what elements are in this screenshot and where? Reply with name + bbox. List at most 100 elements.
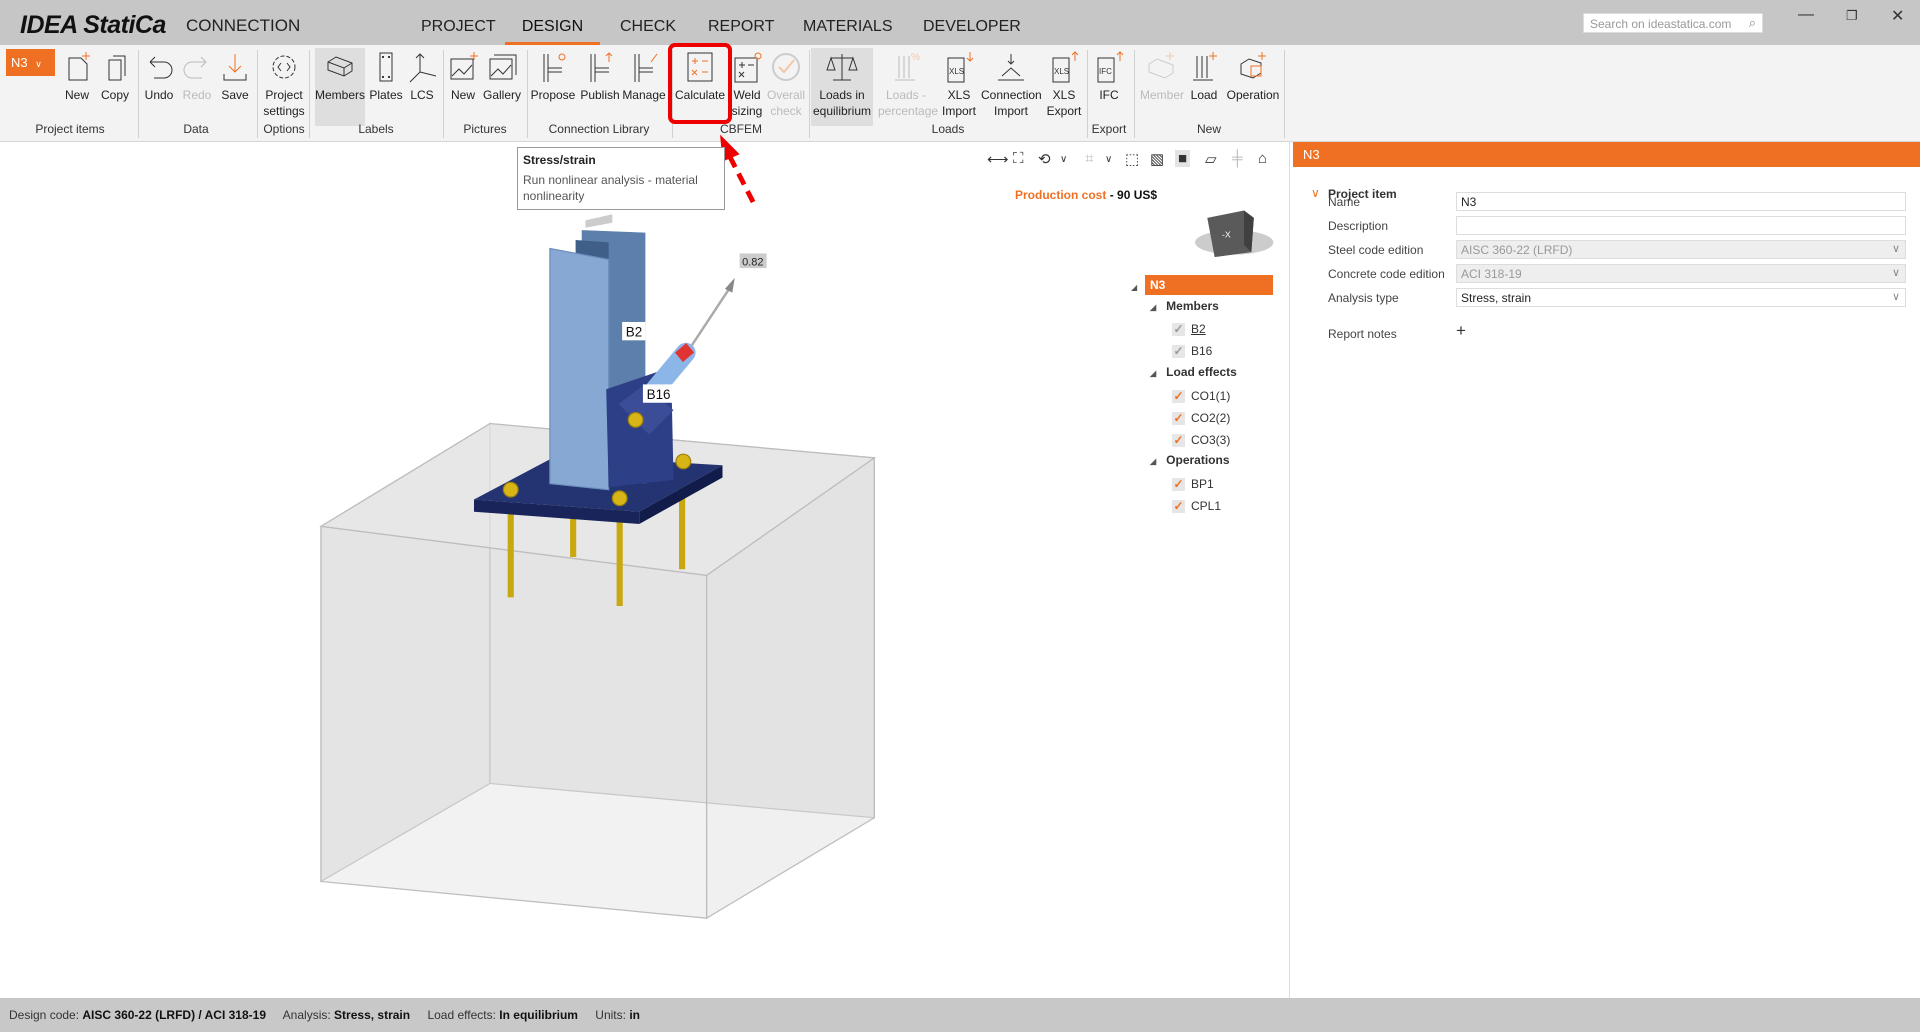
3d-viewport[interactable]: [0, 142, 1290, 998]
ribbon-separator: [1087, 50, 1088, 138]
transparent-view-icon[interactable]: ▧: [1150, 150, 1164, 168]
new-member-icon: [1148, 52, 1174, 79]
members-button[interactable]: Members: [315, 48, 365, 126]
wireframe-view-icon[interactable]: ⬚: [1125, 150, 1139, 168]
restore-button[interactable]: ❐: [1846, 8, 1858, 24]
copy-button[interactable]: Copy: [95, 48, 135, 126]
checkbox-checked-icon[interactable]: ✓: [1172, 478, 1185, 491]
project-settings-button[interactable]: Project settings: [258, 48, 310, 126]
operation-button[interactable]: Operation: [1224, 48, 1282, 126]
weld-sizing-button[interactable]: Weld sizing: [728, 48, 766, 126]
zoom-extents-icon[interactable]: ⛶: [1013, 150, 1024, 167]
ribbon-separator: [309, 50, 310, 138]
tree-item[interactable]: ✓ B16: [1172, 344, 1212, 358]
ifc-button[interactable]: IFC IFC: [1092, 48, 1126, 126]
chevron-down-icon: ∨: [1891, 243, 1900, 255]
member-button[interactable]: Member: [1140, 48, 1184, 126]
new-button[interactable]: New: [60, 48, 94, 126]
ribbon-group-label: Project items: [35, 122, 105, 136]
name-field[interactable]: N3: [1456, 192, 1906, 211]
project-item-dropdown[interactable]: N3 ∨: [6, 49, 55, 76]
lcs-button[interactable]: LCS: [406, 48, 438, 126]
tab-report[interactable]: REPORT: [708, 18, 774, 45]
tree-item[interactable]: ✓ BP1: [1172, 477, 1214, 491]
checkbox-checked-icon[interactable]: ✓: [1172, 434, 1185, 447]
button-label: Propose: [530, 88, 576, 102]
tree-item[interactable]: ✓ CO3(3): [1172, 433, 1230, 447]
add-report-note-button[interactable]: +: [1456, 321, 1466, 341]
ribbon-separator: [809, 50, 810, 138]
gallery-button[interactable]: Gallery: [480, 48, 524, 126]
settings-gear-icon: [272, 55, 296, 79]
section-icon[interactable]: ╪: [1232, 150, 1243, 167]
tooltip-description: Run nonlinear analysis - material nonlin…: [523, 173, 698, 203]
checkbox-checked-icon[interactable]: ✓: [1172, 390, 1185, 403]
save-button[interactable]: Save: [216, 48, 254, 126]
button-label: New: [450, 88, 475, 102]
manage-button[interactable]: Manage: [620, 48, 668, 126]
checkbox-checked-icon[interactable]: ✓: [1172, 412, 1185, 425]
button-label: Save: [221, 88, 249, 102]
propose-button[interactable]: Propose: [529, 48, 577, 126]
collapse-triangle-icon[interactable]: ◢: [1150, 457, 1156, 466]
checkbox-checked-icon[interactable]: ✓: [1172, 345, 1185, 358]
production-cost: Production cost - 90 US$: [1015, 188, 1157, 202]
tab-developer[interactable]: DEVELOPER: [923, 18, 1021, 45]
search-input[interactable]: Search on ideastatica.com ⌕: [1583, 13, 1763, 33]
member-view-icon[interactable]: ▱: [1205, 150, 1217, 168]
loads-percentage-button[interactable]: % Loads - percentage: [878, 48, 938, 126]
undo-button[interactable]: Undo: [140, 48, 178, 126]
tree-section-members[interactable]: ◢ Members: [1150, 299, 1219, 313]
ribbon-separator: [138, 50, 139, 138]
tree-item[interactable]: ✓ CO2(2): [1172, 411, 1230, 425]
tree-item[interactable]: ✓ B2: [1172, 322, 1206, 336]
xls-import-button[interactable]: XLS XLS Import: [939, 48, 979, 126]
tree-section-operations[interactable]: ◢ Operations: [1150, 453, 1230, 467]
xls-export-button[interactable]: XLS XLS Export: [1044, 48, 1084, 126]
close-button[interactable]: ✕: [1891, 6, 1904, 26]
analysis-type-select[interactable]: Stress, strain ∨: [1456, 288, 1906, 307]
tree-section-load-effects[interactable]: ◢ Load effects: [1150, 365, 1237, 379]
redo-button[interactable]: Redo: [178, 48, 216, 126]
tree-item-label: BP1: [1191, 477, 1214, 491]
checkbox-checked-icon[interactable]: ✓: [1172, 500, 1185, 513]
tree-item[interactable]: ✓ CPL1: [1172, 499, 1221, 513]
tree-root-n3[interactable]: N3: [1145, 275, 1273, 295]
load-button[interactable]: Load: [1187, 48, 1221, 126]
description-field[interactable]: [1456, 216, 1906, 235]
button-label: Overall check: [766, 88, 805, 118]
collapse-triangle-icon[interactable]: ◢: [1150, 303, 1156, 312]
chevron-down-icon[interactable]: ∨: [1060, 154, 1067, 165]
measure-icon[interactable]: ⟷: [987, 150, 1009, 168]
crop-icon[interactable]: ⌗: [1085, 150, 1093, 167]
overall-check-button[interactable]: Overall check: [766, 48, 806, 126]
svg-text:XLS: XLS: [949, 67, 964, 76]
plates-button[interactable]: Plates: [367, 48, 405, 126]
loads-in-equilibrium-button[interactable]: Loads in equilibrium: [811, 48, 873, 126]
ribbon-separator: [443, 50, 444, 138]
search-placeholder: Search on ideastatica.com: [1590, 17, 1732, 31]
button-label: Weld sizing: [731, 88, 763, 118]
checkbox-checked-icon[interactable]: ✓: [1172, 323, 1185, 336]
status-units: Units: in: [595, 1008, 640, 1022]
plate-icon: [379, 52, 393, 82]
rotate-icon[interactable]: ⟲: [1038, 150, 1051, 168]
weld-sizing-icon: [734, 52, 762, 83]
home-view-icon[interactable]: ⌂: [1258, 150, 1267, 167]
tab-check[interactable]: CHECK: [620, 18, 676, 45]
tab-project[interactable]: PROJECT: [421, 18, 496, 45]
xls-export-icon: XLS: [1052, 51, 1079, 83]
connection-import-button[interactable]: Connection Import: [981, 48, 1042, 126]
new-button[interactable]: New: [445, 48, 481, 126]
description-label: Description: [1328, 219, 1389, 233]
chevron-down-icon[interactable]: ∨: [1311, 186, 1320, 200]
chevron-down-icon[interactable]: ∨: [1105, 154, 1112, 165]
ribbon-group-label: Connection Library: [548, 122, 650, 136]
tab-design[interactable]: DESIGN: [505, 18, 600, 45]
minimize-button[interactable]: —: [1798, 6, 1814, 24]
tab-materials[interactable]: MATERIALS: [803, 18, 893, 45]
collapse-triangle-icon[interactable]: ◢: [1150, 369, 1156, 378]
tree-item[interactable]: ✓ CO1(1): [1172, 389, 1230, 403]
publish-button[interactable]: Publish: [578, 48, 622, 126]
solid-view-icon[interactable]: ■: [1175, 150, 1191, 167]
